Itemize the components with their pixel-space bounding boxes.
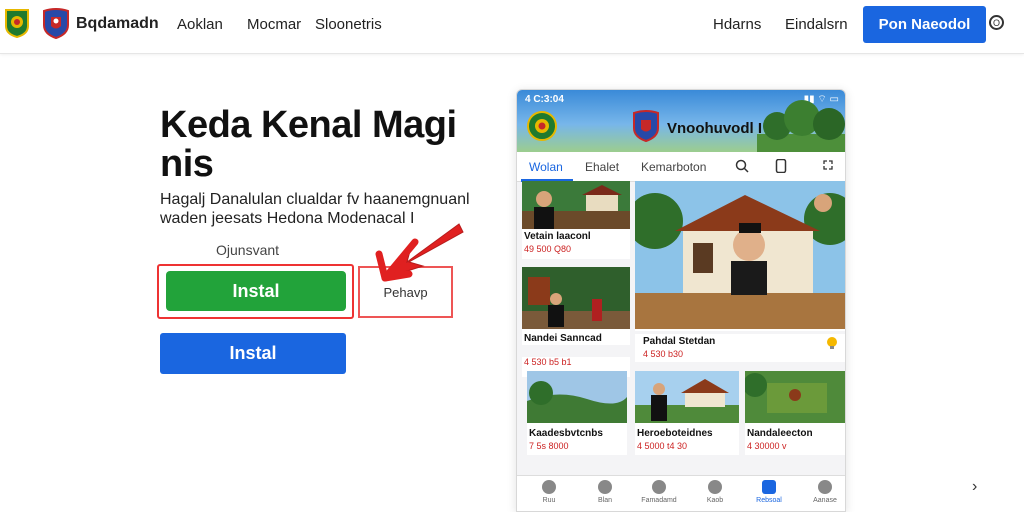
tree-silhouette-icon	[757, 100, 845, 152]
featured-card[interactable]	[635, 181, 845, 331]
card-3-image	[527, 371, 627, 423]
bottom-nav-label-1: Ruu	[542, 497, 556, 504]
bottom-nav-item-5[interactable]: Rebsoal	[749, 480, 789, 504]
chevron-right-icon[interactable]: ›	[972, 478, 977, 496]
hero-desc-line-1: Hagalj Danalulan clualdar fv haanemgnuan…	[160, 191, 470, 208]
card-1-meta: 49 500 Q80	[524, 244, 572, 254]
bottom-nav-label-4: Kaob	[706, 497, 724, 504]
phone-emblem-icon	[527, 111, 557, 141]
search-nav-icon	[598, 480, 612, 494]
nav-link-right-2[interactable]: Eindalsrn	[785, 16, 848, 33]
bottom-nav-item-2[interactable]: Blan	[585, 480, 625, 504]
featured-card-info: Pahdal Stetdan 4 530 b30	[635, 334, 845, 362]
camera-icon	[708, 480, 722, 494]
shield-logo-icon[interactable]	[42, 8, 70, 39]
card-1-image	[522, 181, 630, 229]
profile-icon	[818, 480, 832, 494]
nav-link-2[interactable]: Mocmar	[247, 16, 301, 33]
install-button-primary[interactable]: Instal	[166, 271, 346, 311]
card-2-meta: 4 530 b5 b1	[524, 357, 572, 367]
phone-mockup: 4 C:3:04 ▮▮ ⌔ ▭ Vnoohuvodl I Wolan Ehale…	[516, 89, 846, 512]
card-2-image	[522, 267, 630, 329]
phone-app-title: Vnoohuvodl I	[667, 120, 762, 137]
card-5-caption: Nandaleecton	[747, 428, 813, 439]
red-arrow-icon	[375, 223, 464, 282]
card-1[interactable]: Vetain laaconl 49 500 Q80	[522, 181, 630, 259]
card-4-image	[635, 371, 739, 423]
house-icon	[762, 480, 776, 494]
featured-meta: 4 530 b30	[643, 349, 684, 359]
featured-caption: Pahdal Stetdan	[643, 336, 716, 347]
hero-title-line-1: Keda Kenal Magi	[160, 104, 457, 146]
phone-tab-3[interactable]: Kemarboton	[641, 160, 706, 174]
explore-icon	[652, 480, 666, 494]
lightbulb-icon[interactable]	[825, 336, 839, 350]
nav-cta-button[interactable]: Pon Naeodol	[863, 6, 986, 43]
card-3-meta: 7 5s 8000	[529, 441, 569, 451]
home-icon	[542, 480, 556, 494]
card-1-caption: Vetain laaconl	[524, 231, 591, 242]
expand-icon[interactable]	[823, 160, 833, 170]
brand-name[interactable]: Bqdamadn	[76, 15, 159, 33]
circle-menu-icon[interactable]: O	[989, 15, 1004, 30]
phone-shield-icon	[633, 110, 659, 142]
hero-note: Ojunsvant	[216, 242, 280, 258]
phone-icon[interactable]	[775, 159, 787, 173]
phone-tab-2[interactable]: Ehalet	[585, 160, 619, 174]
card-4-caption: Heroeboteidnes	[637, 428, 713, 439]
bottom-nav-item-1[interactable]: Ruu	[529, 480, 569, 504]
card-4-meta: 4 5000 t4 30	[637, 441, 688, 451]
hero-title: Keda Kenal Magi nis	[160, 106, 490, 184]
hero-title-line-2: nis	[160, 143, 214, 185]
featured-card-image	[635, 181, 845, 329]
search-icon[interactable]	[735, 159, 749, 173]
card-5-image	[745, 371, 845, 423]
bottom-nav-label-3: Famadamd	[641, 497, 677, 504]
card-2[interactable]: Nandei Sanncad	[522, 267, 630, 345]
card-4[interactable]: Heroeboteidnes 4 5000 t4 30	[635, 371, 739, 455]
emblem-logo-icon[interactable]	[3, 8, 31, 38]
nav-link-right-1[interactable]: Hdarns	[713, 16, 761, 33]
card-3-caption: Kaadesbvtcnbs	[529, 428, 603, 439]
phone-tab-1[interactable]: Wolan	[529, 160, 563, 174]
phone-header: 4 C:3:04 ▮▮ ⌔ ▭ Vnoohuvodl I	[517, 90, 845, 152]
top-navbar: Bqdamadn Aoklan Mocmar Sloonetris Hdarns…	[0, 0, 1024, 54]
bottom-nav-item-6[interactable]: Aanase	[805, 480, 845, 504]
bottom-nav-label-2: Blan	[597, 497, 612, 504]
bottom-nav-item-3[interactable]: Famadamd	[639, 480, 679, 504]
install-button-secondary[interactable]: Instal	[160, 333, 346, 374]
nav-link-1[interactable]: Aoklan	[177, 16, 223, 33]
card-5-meta: 4 30000 v	[747, 441, 787, 451]
card-3[interactable]: Kaadesbvtcnbs 7 5s 8000	[527, 371, 627, 455]
card-2-caption: Nandei Sanncad	[524, 333, 602, 344]
bottom-nav-item-4[interactable]: Kaob	[695, 480, 735, 504]
phone-bottom-nav: Ruu Blan Famadamd Kaob Rebsoal Aanase	[517, 475, 845, 511]
card-5[interactable]: Nandaleecton 4 30000 v	[745, 371, 845, 455]
bottom-nav-label-5: Rebsoal	[756, 497, 782, 504]
bottom-nav-label-6: Aanase	[813, 497, 837, 504]
status-time: 4 C:3:04	[525, 94, 564, 105]
phone-tab-bar: Wolan Ehalet Kemarboton	[517, 152, 845, 182]
nav-link-3[interactable]: Sloonetris	[315, 16, 382, 33]
